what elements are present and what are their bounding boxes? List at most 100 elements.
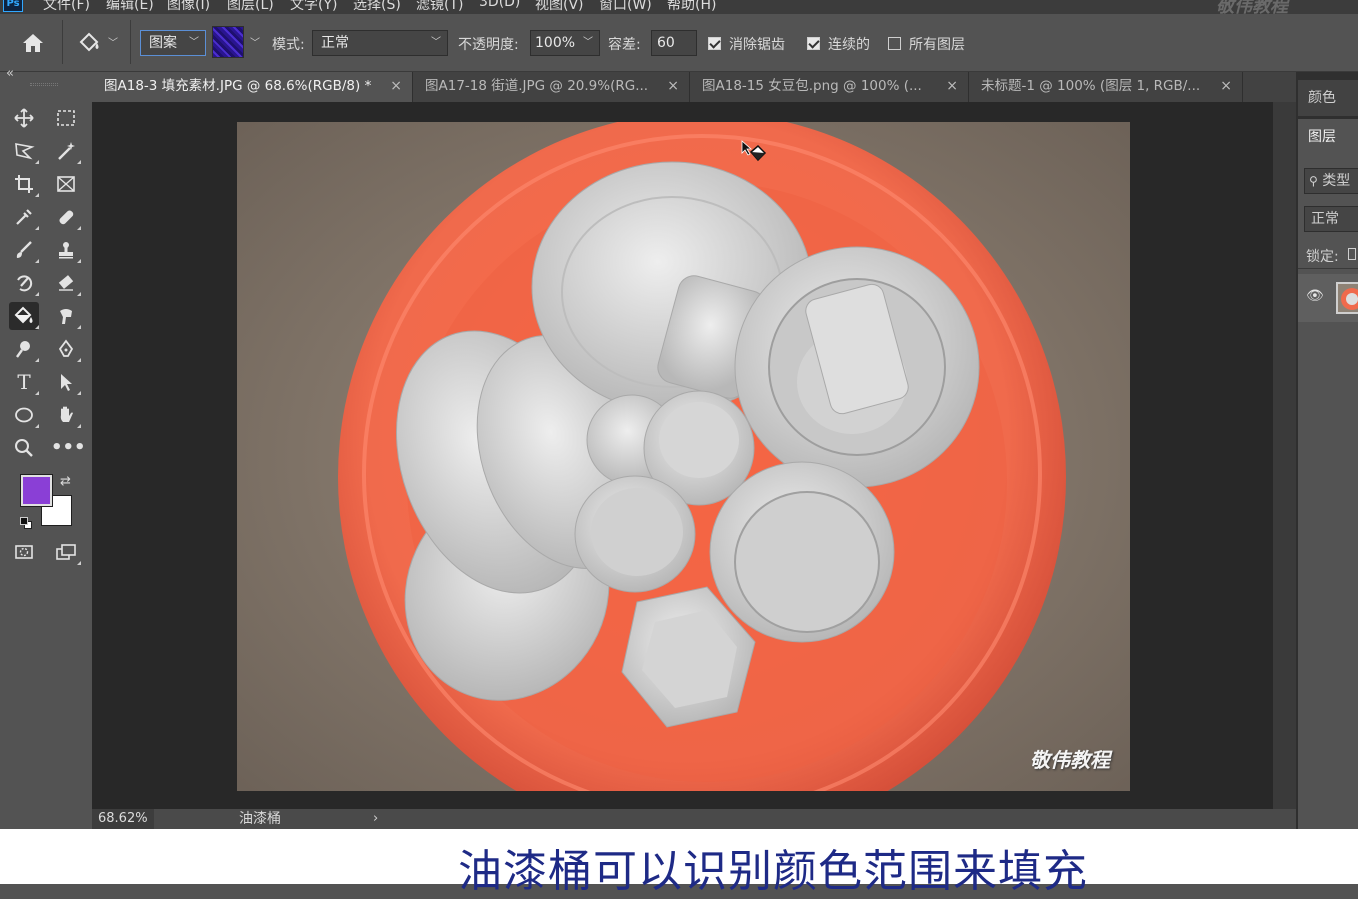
close-icon[interactable]: × [390,72,402,100]
type-tool[interactable]: T [9,368,39,396]
screen-mode-icon [56,544,76,560]
move-tool[interactable] [9,104,39,132]
menu-file[interactable]: 文件(F) [43,0,90,14]
close-icon[interactable]: × [946,72,958,100]
opacity-input[interactable]: 100% ﹀ [530,30,600,56]
mode-label: 模式: [272,37,305,53]
paint-bucket-cursor-icon [741,140,773,172]
menu-3d[interactable]: 3D(D) [479,0,520,10]
all-layers-checkbox[interactable] [888,37,901,50]
menu-bar: Ps 文件(F) 编辑(E) 图像(I) 图层(L) 文字(Y) 选择(S) 滤… [0,0,1358,14]
quick-mask-button[interactable] [9,538,39,566]
hand-icon [60,406,73,422]
menu-edit[interactable]: 编辑(E) [106,0,154,14]
chevron-down-icon[interactable]: ﹀ [250,34,260,49]
divider [62,20,63,64]
home-button[interactable] [20,31,48,57]
tab-untitled[interactable]: 未标题-1 @ 100% (图层 1, RGB/... × [969,72,1243,102]
dodge-tool[interactable] [9,335,39,363]
chevron-right-icon[interactable]: › [373,809,378,829]
ellipse-tool[interactable] [9,401,39,429]
blend-mode-select[interactable]: 正常 [1304,206,1358,232]
eyedropper-tool[interactable] [9,203,39,231]
status-bar: 68.62% 油漆桶 › [92,809,1296,829]
menu-view[interactable]: 视图(V) [535,0,584,14]
pen-tool[interactable] [51,335,81,363]
frame-tool[interactable] [51,170,81,198]
antialias-checkbox[interactable] [708,37,721,50]
subtitle-bar: 油漆桶可以识别颜色范围来填充 [0,829,1358,897]
pattern-picker[interactable] [212,26,244,58]
path-selection-tool[interactable] [51,368,81,396]
layer-thumbnail [1336,282,1358,314]
foreground-color-swatch[interactable] [20,474,53,507]
menu-type[interactable]: 文字(Y) [290,0,337,14]
document-canvas[interactable]: 敬伟教程 [237,122,1130,791]
smudge-tool[interactable] [51,302,81,330]
paint-bucket-icon [79,32,99,52]
menu-layer[interactable]: 图层(L) [227,0,274,14]
tab-label: 图A18-15 女豆包.png @ 100% (... [702,78,922,94]
fill-source-select[interactable]: 图案 ﹀ [140,30,206,56]
stamp-icon [59,242,73,259]
layer-filter-placeholder: 类型 [1322,173,1351,189]
tab-layers[interactable]: 图层 [1298,119,1358,155]
close-icon[interactable]: × [1220,72,1232,100]
contiguous-checkbox[interactable] [807,37,820,50]
eye-icon[interactable]: 👁 [1306,288,1324,304]
status-info: 油漆桶 [239,811,281,827]
lasso-tool[interactable] [9,137,39,165]
lock-transparent-icon[interactable] [1348,248,1356,260]
crop-tool[interactable] [9,170,39,198]
collapse-panel-icon[interactable]: « [6,66,14,81]
brush-tool[interactable] [9,236,39,264]
top-watermark: 敬伟教程 [1216,0,1288,14]
clone-stamp-tool[interactable] [51,236,81,264]
pattern-swatch [213,27,243,57]
layer-filter-input[interactable]: ⚲ 类型 [1304,168,1358,194]
swap-colors-icon[interactable]: ⇄ [60,474,71,489]
tolerance-label: 容差: [608,37,641,53]
paint-bucket-tool[interactable] [9,302,39,330]
eraser-tool[interactable] [51,269,81,297]
mode-select[interactable]: 正常 ﹀ [312,30,448,56]
tab-girl-bun[interactable]: 图A18-15 女豆包.png @ 100% (... × [690,72,969,102]
canvas-watermark: 敬伟教程 [1030,748,1110,772]
tolerance-input[interactable]: 60 [651,30,697,56]
tab-label: 未标题-1 @ 100% (图层 1, RGB/... [981,78,1201,94]
divider [1298,268,1358,269]
healing-brush-tool[interactable] [51,203,81,231]
menu-image[interactable]: 图像(I) [167,0,210,14]
tab-color[interactable]: 颜色 [1298,80,1358,116]
all-layers-label: 所有图层 [909,37,965,53]
tab-label: 图A18-3 填充素材.JPG @ 68.6%(RGB/8) * [104,78,372,94]
menu-filter[interactable]: 滤镜(T) [416,0,463,14]
default-colors-icon[interactable] [20,517,32,529]
tab-street[interactable]: 图A17-18 街道.JPG @ 20.9%(RG... × [413,72,690,102]
zoom-tool[interactable] [9,434,39,462]
eraser-icon [58,275,74,291]
marquee-tool[interactable] [51,104,81,132]
panel-grip[interactable] [30,83,58,86]
vertical-scrollbar[interactable] [1273,102,1296,809]
smudge-icon [60,309,72,324]
layer-row[interactable]: 👁 [1298,274,1358,322]
quick-mask-icon [15,545,33,559]
close-icon[interactable]: × [667,72,679,100]
tab-label: 图A17-18 街道.JPG @ 20.9%(RG... [425,78,649,94]
menu-select[interactable]: 选择(S) [353,0,401,14]
bandage-icon [59,210,74,225]
tab-fill-material[interactable]: 图A18-3 填充素材.JPG @ 68.6%(RGB/8) * × [92,72,413,102]
opacity-label: 不透明度: [458,37,519,53]
hand-tool[interactable] [51,401,81,429]
menu-help[interactable]: 帮助(H) [667,0,716,14]
chevron-down-icon: ﹀ [108,38,118,49]
more-tools[interactable]: ••• [51,434,86,462]
document-tabs: 图A18-3 填充素材.JPG @ 68.6%(RGB/8) * × 图A17-… [92,72,1296,102]
zoom-level[interactable]: 68.62% [92,809,154,829]
menu-window[interactable]: 窗口(W) [599,0,652,14]
history-brush-tool[interactable] [9,269,39,297]
tool-preset-picker[interactable]: ﹀ [76,30,122,58]
magic-wand-tool[interactable] [51,137,81,165]
screen-mode-button[interactable] [51,538,81,566]
